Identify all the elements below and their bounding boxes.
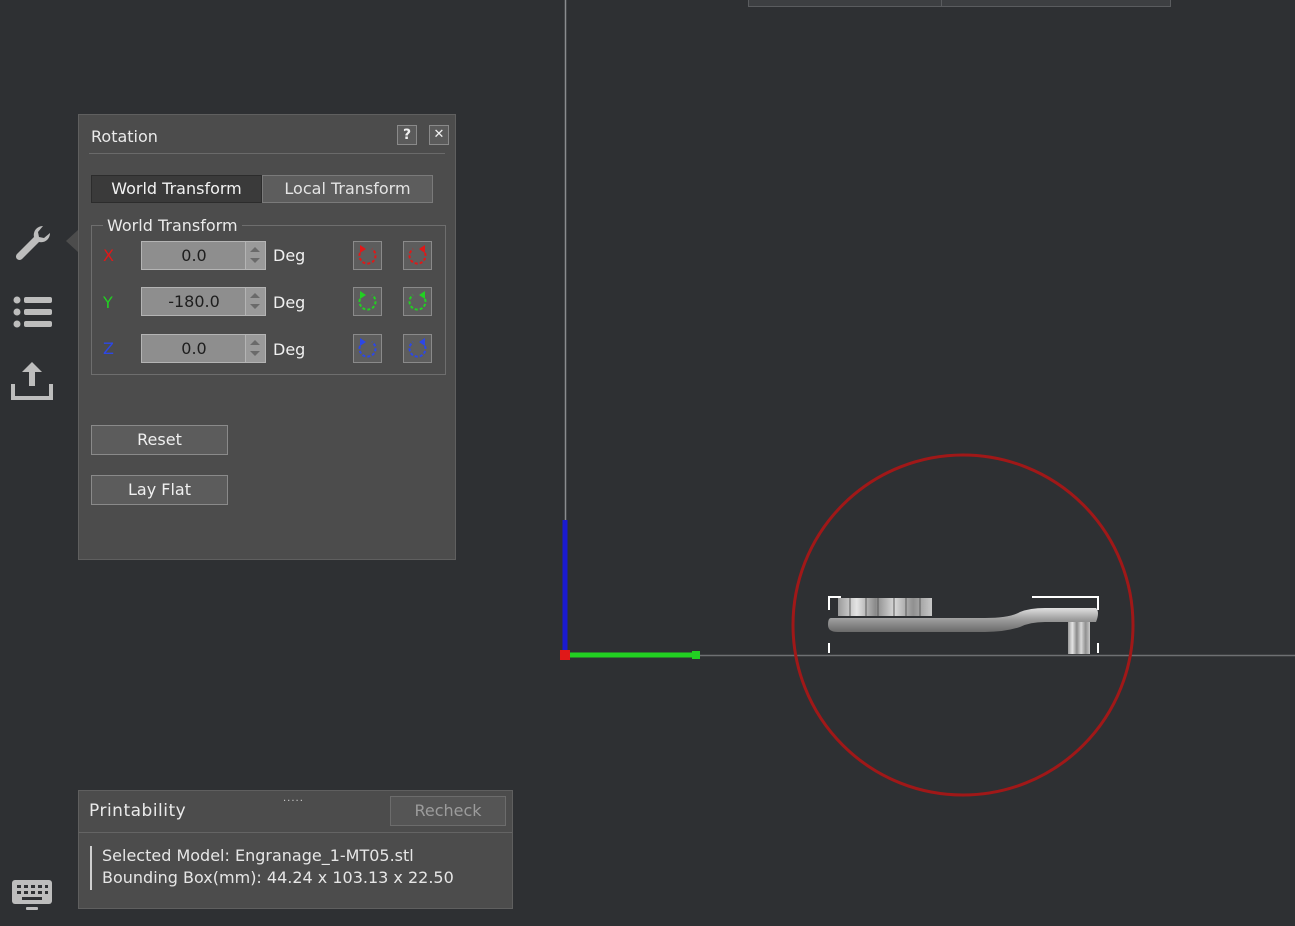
drag-handle[interactable]: ..... <box>283 793 304 804</box>
rotate-ccw-icon <box>358 291 377 311</box>
rotate-y-ccw-button[interactable] <box>353 287 382 316</box>
axis-label-z: Z <box>103 339 114 358</box>
x-rotation-value[interactable]: 0.0 <box>142 242 246 269</box>
rotate-cw-icon <box>408 245 427 265</box>
divider <box>89 153 445 154</box>
export-icon[interactable] <box>10 358 54 402</box>
y-unit-label: Deg <box>273 293 306 312</box>
wrench-icon[interactable] <box>10 220 54 264</box>
tab-world-transform[interactable]: World Transform <box>91 175 262 203</box>
printability-title: Printability <box>89 801 187 821</box>
z-rotation-value[interactable]: 0.0 <box>142 335 246 362</box>
y-rotation-input[interactable]: -180.0 <box>141 287 266 316</box>
z-rotation-input[interactable]: 0.0 <box>141 334 266 363</box>
group-title: World Transform <box>103 216 242 235</box>
rotate-x-cw-button[interactable] <box>403 241 432 270</box>
y-rotation-stepper[interactable] <box>245 288 265 315</box>
tab-local-transform[interactable]: Local Transform <box>262 175 433 203</box>
help-button[interactable]: ? <box>397 125 417 145</box>
rotate-cw-icon <box>408 291 427 311</box>
z-rotation-stepper[interactable] <box>245 335 265 362</box>
x-rotation-stepper[interactable] <box>245 242 265 269</box>
rotate-cw-icon <box>408 338 427 358</box>
x-unit-label: Deg <box>273 246 306 265</box>
selected-model-text: Selected Model: Engranage_1-MT05.stl <box>102 846 414 865</box>
rotate-x-ccw-button[interactable] <box>353 241 382 270</box>
reset-button[interactable]: Reset <box>91 425 228 455</box>
divider <box>79 832 512 833</box>
panel-title: Rotation <box>91 127 158 146</box>
bounding-box-text: Bounding Box(mm): 44.24 x 103.13 x 22.50 <box>102 868 454 887</box>
list-icon[interactable] <box>10 290 54 334</box>
axis-label-x: X <box>103 246 114 265</box>
panel-pointer <box>66 230 78 252</box>
recheck-button[interactable]: Recheck <box>390 796 506 826</box>
y-rotation-value[interactable]: -180.0 <box>142 288 246 315</box>
rotate-z-ccw-button[interactable] <box>353 334 382 363</box>
lay-flat-button[interactable]: Lay Flat <box>91 475 228 505</box>
x-rotation-input[interactable]: 0.0 <box>141 241 266 270</box>
z-unit-label: Deg <box>273 340 306 359</box>
info-bar <box>90 846 92 890</box>
origin-marker <box>560 650 570 660</box>
rotate-ccw-icon <box>358 245 377 265</box>
rotate-z-cw-button[interactable] <box>403 334 432 363</box>
keyboard-icon[interactable] <box>10 878 54 912</box>
rotate-ccw-icon <box>358 338 377 358</box>
rotate-y-cw-button[interactable] <box>403 287 432 316</box>
printability-panel: Printability ..... Recheck Selected Mode… <box>78 790 513 909</box>
close-button[interactable]: ✕ <box>429 125 449 145</box>
rotation-panel: Rotation ? ✕ World Transform Local Trans… <box>78 114 456 560</box>
axis-label-y: Y <box>103 293 113 312</box>
model-engranage <box>828 598 1098 654</box>
